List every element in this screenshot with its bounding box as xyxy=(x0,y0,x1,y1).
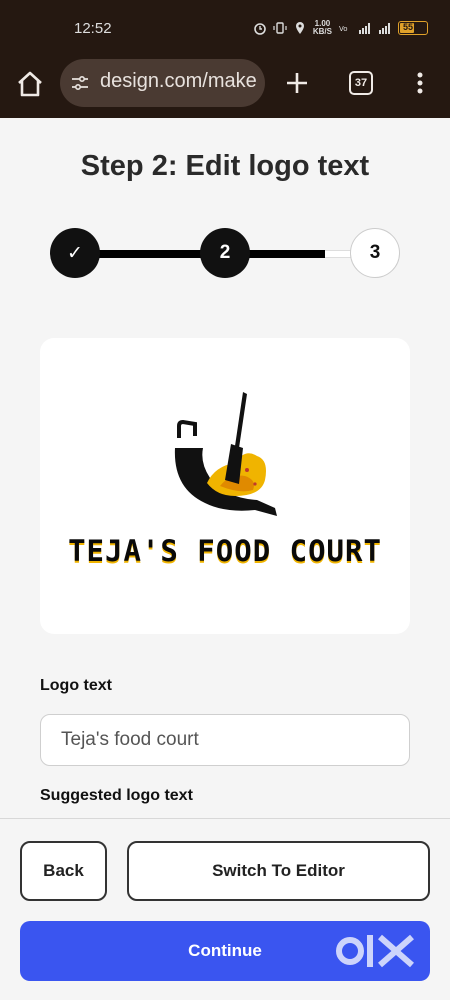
more-menu-icon[interactable] xyxy=(410,68,430,98)
browser-toolbar: design.com/make 37 xyxy=(0,50,450,118)
logo-preview-card: Teja's food court xyxy=(40,338,410,634)
step-3-upcoming: 3 xyxy=(350,228,400,278)
signal-icon xyxy=(379,23,390,34)
battery-level: 55 xyxy=(403,22,414,32)
network-speed: 1.00 KB/S xyxy=(313,20,332,36)
url-text[interactable]: design.com/make xyxy=(100,70,257,93)
battery-icon: 55 xyxy=(398,21,428,35)
site-settings-icon[interactable] xyxy=(70,73,90,93)
suggested-logo-text-label: Suggested logo text xyxy=(40,787,193,804)
bottom-action-bar: Back Switch To Editor Continue xyxy=(0,818,450,1000)
wok-logo-icon xyxy=(174,392,277,516)
alarm-icon xyxy=(254,23,266,35)
network-speed-unit: KB/S xyxy=(312,27,332,36)
page-title: Step 2: Edit logo text xyxy=(80,150,370,182)
step-2-current: 2 xyxy=(200,228,250,278)
status-time: 12:52 xyxy=(74,20,112,37)
home-icon[interactable] xyxy=(14,68,46,100)
svg-text:Vo: Vo xyxy=(339,25,348,33)
address-bar[interactable]: design.com/make xyxy=(60,59,265,107)
location-icon xyxy=(295,22,304,34)
switch-to-editor-button[interactable]: Switch To Editor xyxy=(127,841,430,901)
logo-preview-text: Teja's food court xyxy=(68,534,382,568)
new-tab-icon[interactable] xyxy=(282,68,312,98)
back-button[interactable]: Back xyxy=(20,841,107,901)
signal-5g-icon xyxy=(359,23,370,34)
logo-text-input[interactable] xyxy=(40,714,410,766)
vibrate-icon xyxy=(273,22,287,34)
progress-stepper: ✓ 2 3 xyxy=(50,228,400,278)
status-icons: 1.00 KB/S Vo 55 xyxy=(253,20,428,36)
tab-switcher-button[interactable]: 37 xyxy=(349,71,373,95)
logo-text-label: Logo text xyxy=(40,677,112,694)
olx-watermark-logo xyxy=(336,934,414,968)
volte-icon: Vo xyxy=(339,25,348,33)
status-bar: 12:52 1.00 KB/S Vo 55 xyxy=(0,0,450,50)
step-1-done: ✓ xyxy=(50,228,100,278)
